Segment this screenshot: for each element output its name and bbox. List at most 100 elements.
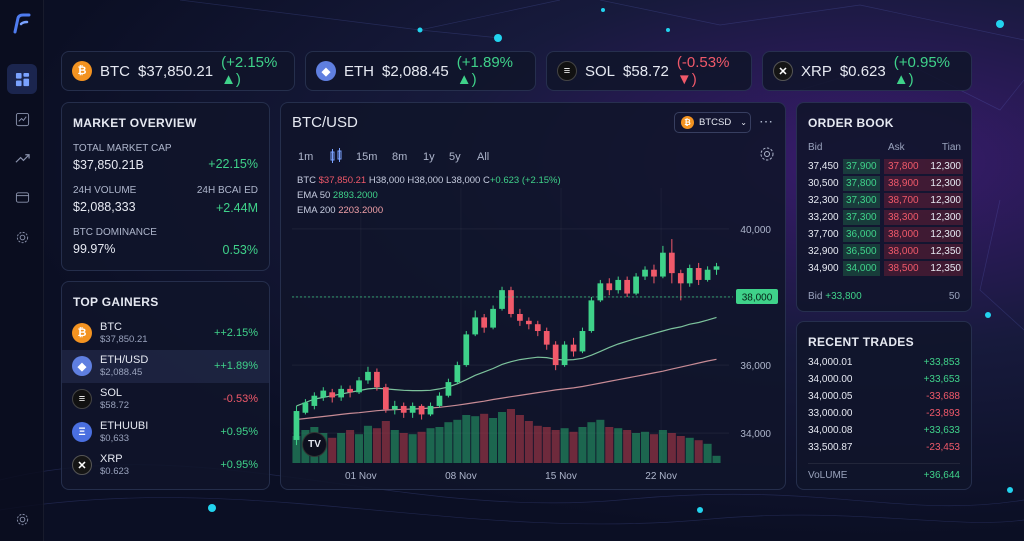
volume-bar	[381, 421, 390, 463]
volume-bar	[614, 428, 623, 463]
trade-price: 33,000.00	[808, 408, 853, 419]
candle-body	[660, 252, 666, 277]
candle-body	[454, 365, 461, 383]
ask-price: 37,800	[888, 161, 919, 172]
trade-row[interactable]: 34,000.00 +33,653	[808, 374, 960, 385]
x-tick-label: 01 Nov	[345, 471, 377, 482]
xrp-icon: ✕	[72, 455, 92, 475]
panel-title: TOP GAINERS	[73, 295, 159, 309]
bid-price: 32,300	[808, 195, 839, 206]
ask-price: 38,300	[888, 212, 919, 223]
volume-bar	[560, 428, 569, 463]
y-tick-label: 40,000	[740, 225, 771, 236]
volume-bar	[328, 437, 337, 463]
ticker-eth[interactable]: ◆ ETH $2,088.45 (+1.89% ▲)	[305, 51, 536, 91]
trade-change: +33,633	[923, 425, 960, 436]
candle-body	[633, 276, 639, 294]
trend-icon[interactable]	[7, 143, 37, 173]
ticker-change: (+2.15% ▲)	[221, 54, 278, 88]
candle-body	[311, 395, 318, 406]
order-book-row[interactable]: 34,900 34,000 38,500 12,350	[805, 260, 963, 277]
bid-size: 37,900	[846, 161, 877, 172]
settings-icon[interactable]	[7, 222, 37, 252]
bitcoin-icon: ₿	[72, 61, 92, 81]
wallet-icon[interactable]	[7, 182, 37, 212]
candle-body	[490, 308, 496, 328]
gainer-price: $37,850.21	[100, 334, 148, 345]
bottom-settings-icon[interactable]	[7, 504, 37, 534]
ticker-xrp[interactable]: ✕ XRP $0.623 (+0.95% ▲)	[762, 51, 972, 91]
price-chart[interactable]: 40,000 38,000 36,000 34,000 01 Nov 08 Nov 15 N…	[281, 103, 787, 491]
gainer-change: +0.95%	[220, 459, 258, 471]
bid-price: 37,450	[808, 161, 839, 172]
candle-body	[579, 331, 586, 352]
volume-bar	[399, 433, 408, 463]
order-book-footer: Bid +33,800	[808, 291, 862, 302]
candle-body	[606, 283, 613, 291]
order-book-row[interactable]: 32,900 36,500 38,000 12,350	[805, 243, 963, 260]
dashboard-icon[interactable]	[7, 64, 37, 94]
total: 12,300	[930, 161, 961, 172]
total: 12,300	[930, 195, 961, 206]
volume-change: +2.44M	[215, 201, 258, 215]
gainer-row[interactable]: ₿ BTC $37,850.21 ++2.15%	[62, 317, 269, 350]
candle-body	[615, 279, 622, 291]
gainer-row[interactable]: ≡ SOL $58.72 -0.53%	[62, 383, 269, 416]
bid-price: 30,500	[808, 178, 839, 189]
order-book-row[interactable]: 33,200 37,300 38,300 12,300	[805, 209, 963, 226]
gainer-change: ++1.89%	[213, 360, 258, 372]
trade-row[interactable]: 34,000.05 -33,688	[808, 391, 960, 402]
volume-bar	[498, 412, 507, 463]
order-book-header: Bid Ask Tian	[805, 139, 961, 156]
bid-price: 32,900	[808, 246, 839, 257]
candle-body	[409, 405, 416, 413]
ticker-sol[interactable]: ≡ SOL $58.72 (-0.53% ▼)	[546, 51, 752, 91]
trade-row[interactable]: 33,500.87 -23,453	[808, 442, 960, 453]
market-cap-change: +22.15%	[208, 157, 258, 171]
candle-body	[570, 344, 577, 352]
bid-price: 33,200	[808, 212, 839, 223]
app-logo-icon[interactable]	[10, 12, 34, 36]
candle-body	[686, 268, 693, 284]
order-book-row[interactable]: 37,450 37,900 37,800 12,300	[805, 158, 963, 175]
bid-size: 37,300	[846, 195, 877, 206]
candle-body	[445, 382, 452, 396]
volume-bar	[363, 425, 372, 463]
candle-body	[427, 405, 434, 415]
bid-price: 34,900	[808, 263, 839, 274]
trade-row[interactable]: 33,000.00 -23,893	[808, 408, 960, 419]
candle-body	[642, 269, 648, 277]
footer-right-value: 50	[948, 291, 960, 302]
candle-body	[293, 411, 300, 440]
gainer-row[interactable]: ◆ ETH/USD $2,088.45 ++1.89%	[62, 350, 269, 383]
gainer-row[interactable]: ✕ XRP $0.623 +0.95%	[62, 449, 269, 482]
dominance-change: 0.53%	[222, 243, 258, 257]
gainer-change: ++2.15%	[213, 327, 258, 339]
volume-bar	[435, 427, 444, 463]
volume-bar	[667, 433, 676, 463]
order-book-row[interactable]: 30,500 37,800 38,900 12,300	[805, 175, 963, 192]
order-book-row[interactable]: 37,700 36,000 38,000 12,300	[805, 226, 963, 243]
candle-body	[374, 371, 380, 388]
candle-body	[534, 324, 541, 332]
volume-bar	[337, 433, 346, 463]
ticker-btc[interactable]: ₿ BTC $37,850.21 (+2.15% ▲)	[61, 51, 295, 91]
trade-price: 34,000.08	[808, 425, 853, 436]
chart-icon[interactable]	[7, 104, 37, 134]
panel-title: MARKET OVERVIEW	[73, 116, 197, 130]
total: 12,350	[930, 263, 961, 274]
volume-bar	[444, 422, 453, 463]
gainer-row[interactable]: Ξ ETHUUBI $0,633 +0.95%	[62, 416, 269, 449]
order-book-row[interactable]: 32,300 37,300 38,700 12,300	[805, 192, 963, 209]
trade-row[interactable]: 34,000.01 +33,853	[808, 357, 960, 368]
volume-bar	[649, 434, 658, 463]
header-bid: Bid	[808, 142, 823, 153]
volume-bar	[623, 430, 632, 463]
ask-price: 38,900	[888, 178, 919, 189]
ask-price: 38,000	[888, 246, 919, 257]
volume-bar	[480, 413, 489, 463]
ticker-change: (-0.53% ▼)	[676, 54, 730, 88]
bid-size: 37,800	[846, 178, 877, 189]
candle-body	[704, 269, 711, 280]
trade-row[interactable]: 34,000.08 +33,633	[808, 425, 960, 436]
